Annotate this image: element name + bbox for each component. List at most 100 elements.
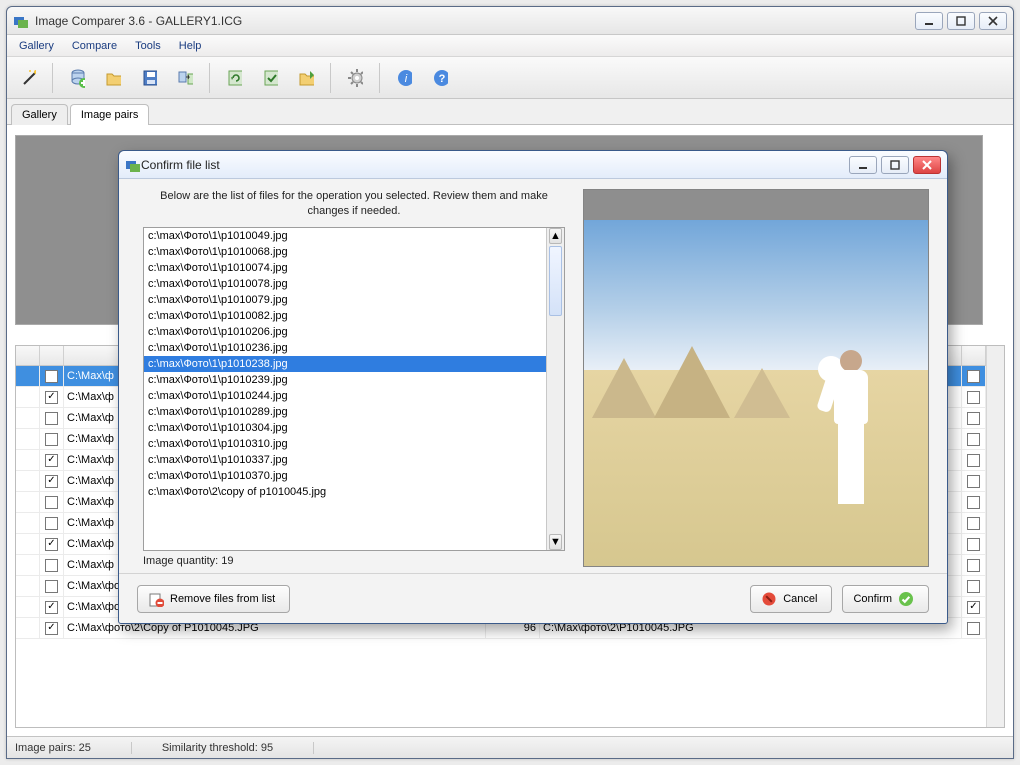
about-button[interactable]: i xyxy=(389,63,419,93)
main-titlebar[interactable]: Image Comparer 3.6 - GALLERY1.ICG xyxy=(7,7,1013,35)
row-checkbox-left[interactable] xyxy=(45,538,58,551)
image-preview xyxy=(583,189,929,567)
check-all-icon xyxy=(262,70,278,86)
file-list-item[interactable]: c:\max\Фото\1\p1010079.jpg xyxy=(144,292,546,308)
confirm-label: Confirm xyxy=(853,593,892,605)
folder-open-icon xyxy=(105,70,121,86)
dialog-titlebar[interactable]: Confirm file list xyxy=(119,151,947,179)
open-gallery-button[interactable] xyxy=(98,63,128,93)
file-list-item[interactable]: c:\max\Фото\2\copy of p1010045.jpg xyxy=(144,484,546,500)
menu-tools[interactable]: Tools xyxy=(127,38,169,54)
row-checkbox-left[interactable] xyxy=(45,370,58,383)
remove-icon xyxy=(148,591,164,607)
row-checkbox-right[interactable] xyxy=(967,370,980,383)
help-icon: ? xyxy=(432,70,448,86)
file-list-item[interactable]: c:\max\Фото\1\p1010074.jpg xyxy=(144,260,546,276)
tab-image-pairs[interactable]: Image pairs xyxy=(70,104,149,125)
dialog-title: Confirm file list xyxy=(141,158,849,172)
menu-compare[interactable]: Compare xyxy=(64,38,125,54)
app-icon xyxy=(13,13,29,29)
refresh-button[interactable] xyxy=(219,63,249,93)
scroll-up-icon[interactable]: ▲ xyxy=(549,228,562,244)
help-button[interactable]: ? xyxy=(425,63,455,93)
file-list-item[interactable]: c:\max\Фото\1\p1010082.jpg xyxy=(144,308,546,324)
row-checkbox-right[interactable] xyxy=(967,559,980,572)
scroll-down-icon[interactable]: ▼ xyxy=(549,534,562,550)
file-list-item[interactable]: c:\max\Фото\1\p1010310.jpg xyxy=(144,436,546,452)
row-checkbox-left[interactable] xyxy=(45,391,58,404)
file-list-scrollbar[interactable]: ▲ ▼ xyxy=(546,228,564,550)
file-list-item[interactable]: c:\max\Фото\1\p1010304.jpg xyxy=(144,420,546,436)
status-pairs: Image pairs: 25 xyxy=(15,742,132,754)
file-list[interactable]: c:\max\Фото\1\p1010049.jpgc:\max\Фото\1\… xyxy=(143,227,565,551)
remove-files-button[interactable]: Remove files from list xyxy=(137,585,290,613)
table-scrollbar[interactable] xyxy=(986,346,1004,727)
file-list-item[interactable]: c:\max\Фото\1\p1010078.jpg xyxy=(144,276,546,292)
file-list-item[interactable]: c:\max\Фото\1\p1010206.jpg xyxy=(144,324,546,340)
dialog-minimize-button[interactable] xyxy=(849,156,877,174)
tab-gallery[interactable]: Gallery xyxy=(11,104,68,125)
file-list-item[interactable]: c:\max\Фото\1\p1010244.jpg xyxy=(144,388,546,404)
row-checkbox-left[interactable] xyxy=(45,412,58,425)
row-checkbox-right[interactable] xyxy=(967,580,980,593)
file-list-item[interactable]: c:\max\Фото\1\p1010068.jpg xyxy=(144,244,546,260)
gear-icon xyxy=(347,70,363,86)
scroll-thumb[interactable] xyxy=(549,246,562,316)
toolbar: i ? xyxy=(7,57,1013,99)
statusbar: Image pairs: 25 Similarity threshold: 95 xyxy=(7,736,1013,758)
settings-button[interactable] xyxy=(340,63,370,93)
menu-gallery[interactable]: Gallery xyxy=(11,38,62,54)
image-quantity-label: Image quantity: 19 xyxy=(143,555,565,567)
menubar: Gallery Compare Tools Help xyxy=(7,35,1013,57)
remove-files-label: Remove files from list xyxy=(170,593,275,605)
info-icon: i xyxy=(396,70,412,86)
compare-button[interactable] xyxy=(170,63,200,93)
row-checkbox-right[interactable] xyxy=(967,391,980,404)
menu-help[interactable]: Help xyxy=(171,38,210,54)
dialog-icon xyxy=(125,157,141,173)
new-gallery-button[interactable] xyxy=(62,63,92,93)
file-list-item[interactable]: c:\max\Фото\1\p1010238.jpg xyxy=(144,356,546,372)
row-checkbox-right[interactable] xyxy=(967,601,980,614)
row-checkbox-right[interactable] xyxy=(967,454,980,467)
cancel-button[interactable]: Cancel xyxy=(750,585,832,613)
file-list-item[interactable]: c:\max\Фото\1\p1010049.jpg xyxy=(144,228,546,244)
row-checkbox-left[interactable] xyxy=(45,433,58,446)
file-list-item[interactable]: c:\max\Фото\1\p1010289.jpg xyxy=(144,404,546,420)
action-button[interactable] xyxy=(291,63,321,93)
dialog-instruction: Below are the list of files for the oper… xyxy=(143,189,565,219)
row-checkbox-right[interactable] xyxy=(967,517,980,530)
row-checkbox-left[interactable] xyxy=(45,517,58,530)
row-checkbox-left[interactable] xyxy=(45,622,58,635)
check-all-button[interactable] xyxy=(255,63,285,93)
row-checkbox-left[interactable] xyxy=(45,496,58,509)
confirm-button[interactable]: Confirm xyxy=(842,585,929,613)
row-checkbox-left[interactable] xyxy=(45,580,58,593)
file-list-item[interactable]: c:\max\Фото\1\p1010236.jpg xyxy=(144,340,546,356)
dialog-close-button[interactable] xyxy=(913,156,941,174)
cancel-icon xyxy=(761,591,777,607)
row-checkbox-left[interactable] xyxy=(45,475,58,488)
row-checkbox-right[interactable] xyxy=(967,538,980,551)
row-checkbox-right[interactable] xyxy=(967,622,980,635)
dialog-maximize-button[interactable] xyxy=(881,156,909,174)
row-checkbox-right[interactable] xyxy=(967,475,980,488)
row-checkbox-right[interactable] xyxy=(967,496,980,509)
file-list-item[interactable]: c:\max\Фото\1\p1010337.jpg xyxy=(144,452,546,468)
refresh-icon xyxy=(226,70,242,86)
confirm-icon xyxy=(898,591,914,607)
close-button[interactable] xyxy=(979,12,1007,30)
row-checkbox-right[interactable] xyxy=(967,412,980,425)
save-gallery-button[interactable] xyxy=(134,63,164,93)
minimize-button[interactable] xyxy=(915,12,943,30)
wizard-button[interactable] xyxy=(13,63,43,93)
file-list-item[interactable]: c:\max\Фото\1\p1010370.jpg xyxy=(144,468,546,484)
maximize-button[interactable] xyxy=(947,12,975,30)
row-checkbox-right[interactable] xyxy=(967,433,980,446)
file-list-item[interactable]: c:\max\Фото\1\p1010239.jpg xyxy=(144,372,546,388)
tabs: Gallery Image pairs xyxy=(7,99,1013,125)
row-checkbox-left[interactable] xyxy=(45,454,58,467)
row-checkbox-left[interactable] xyxy=(45,559,58,572)
row-checkbox-left[interactable] xyxy=(45,601,58,614)
wand-icon xyxy=(20,70,36,86)
